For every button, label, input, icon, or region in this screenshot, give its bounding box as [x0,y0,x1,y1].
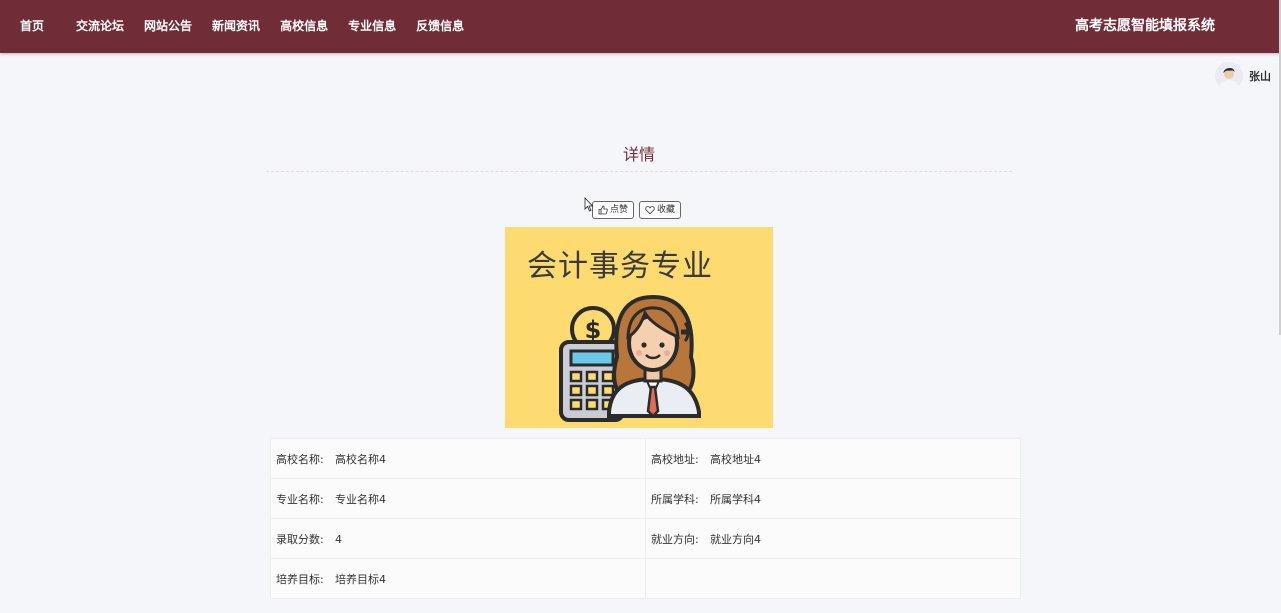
field-value: 培养目标4 [335,572,386,586]
svg-text:$: $ [585,316,602,344]
field-label: 高校地址: [651,452,699,466]
title-divider [266,171,1012,172]
nav-item-announcements[interactable]: 网站公告 [144,0,192,53]
nav-item-colleges[interactable]: 高校信息 [280,0,328,53]
field-label: 就业方向: [651,532,699,546]
field-value: 就业方向4 [710,532,761,546]
like-label: 点赞 [610,205,629,215]
heart-icon [645,206,655,215]
detail-cell-empty [645,558,1021,599]
field-value: 4 [335,532,342,546]
site-title: 高考志愿智能填报系统 [1075,18,1215,34]
detail-cell-college-name: 高校名称: 高校名称4 [270,438,646,479]
detail-cell-major-name: 专业名称: 专业名称4 [270,478,646,519]
main-nav: 首页 交流论坛 网站公告 新闻资讯 高校信息 专业信息 反馈信息 [0,0,464,53]
favorite-button[interactable]: 收藏 [639,201,682,219]
field-label: 所属学科: [651,492,699,506]
nav-item-forum[interactable]: 交流论坛 [76,0,124,53]
like-button[interactable]: 点赞 [592,201,635,219]
mouse-cursor-icon [584,197,594,212]
field-value: 所属学科4 [710,492,761,506]
field-value: 高校地址4 [710,452,761,466]
avatar[interactable] [1215,62,1243,90]
major-cover-image: 会计事务专业 $ [505,227,773,428]
thumbs-up-icon [598,205,608,215]
username: 张山 [1249,70,1271,83]
table-row: 录取分数: 4 就业方向: 就业方向4 [270,518,1021,559]
table-row: 专业名称: 专业名称4 所属学科: 所属学科4 [270,478,1021,519]
table-row: 高校名称: 高校名称4 高校地址: 高校地址4 [270,438,1021,479]
action-bar: 点赞 收藏 [592,201,686,219]
detail-cell-discipline: 所属学科: 所属学科4 [645,478,1021,519]
nav-item-majors[interactable]: 专业信息 [348,0,396,53]
accountant-illustration: $ [559,294,701,422]
detail-cell-training-goal: 培养目标: 培养目标4 [270,558,646,599]
detail-cell-college-address: 高校地址: 高校地址4 [645,438,1021,479]
detail-cell-admission-score: 录取分数: 4 [270,518,646,559]
nav-item-home[interactable]: 首页 [20,0,44,53]
table-row: 培养目标: 培养目标4 [270,558,1021,599]
major-detail-table: 高校名称: 高校名称4 高校地址: 高校地址4 专业名称: 专业名称4 所属学科: 所属… [270,438,1021,599]
field-label: 专业名称: [276,492,324,506]
field-label: 培养目标: [276,572,324,586]
field-value: 高校名称4 [335,452,386,466]
nav-item-feedback[interactable]: 反馈信息 [416,0,464,53]
page-title: 详情 [622,145,655,164]
field-label: 录取分数: [276,532,324,546]
user-menu[interactable]: 张山 [1215,62,1271,90]
field-value: 专业名称4 [335,492,386,506]
top-navbar: 首页 交流论坛 网站公告 新闻资讯 高校信息 专业信息 反馈信息 高考志愿智能填… [0,0,1281,53]
field-label: 高校名称: [276,452,324,466]
favorite-label: 收藏 [657,205,676,215]
detail-cell-career-direction: 就业方向: 就业方向4 [645,518,1021,559]
nav-item-news[interactable]: 新闻资讯 [212,0,260,53]
